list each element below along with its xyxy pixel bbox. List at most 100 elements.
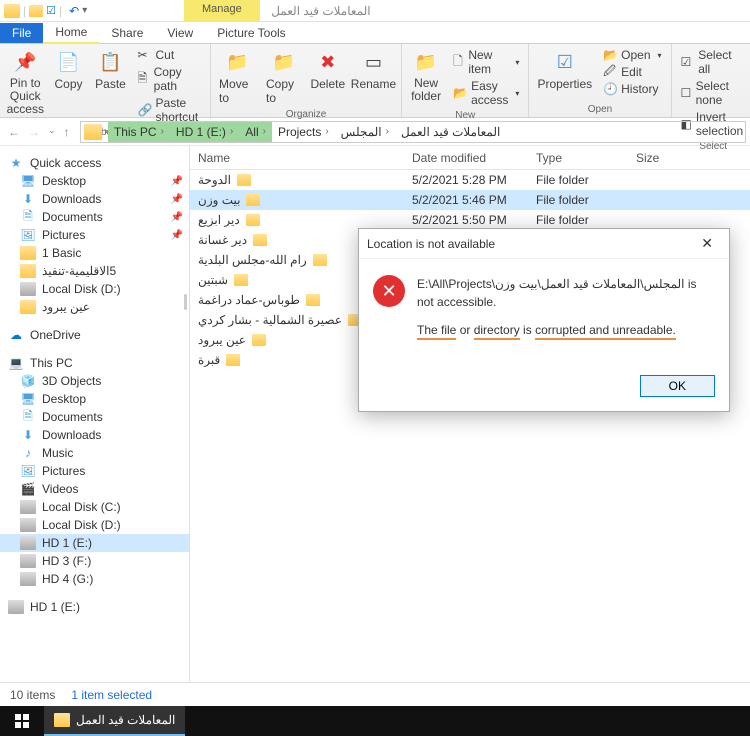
check-icon[interactable]: ☑ [46,4,56,17]
sidebar-item-documents[interactable]: 🗎Documents📌 [0,208,189,226]
table-row[interactable]: بيت وزن5/2/2021 5:46 PMFile folder [190,190,750,210]
easy-access-button[interactable]: 📂Easy access▾ [450,78,522,108]
move-to-button[interactable]: 📁Move to [217,47,258,107]
folder-icon [306,294,320,306]
sidebar-item[interactable]: Local Disk (D:) [0,516,189,534]
delete-button[interactable]: ✖Delete [310,47,346,93]
sidebar-quick-access[interactable]: ★Quick access [0,154,189,172]
drive-icon [20,572,36,586]
drive-icon [20,536,36,550]
tab-home[interactable]: Home [43,22,99,44]
new-item-icon: 🗋 [453,55,464,69]
sidebar-item[interactable]: 🧊3D Objects [0,372,189,390]
close-button[interactable]: ✕ [693,231,721,256]
status-selection: 1 item selected [71,688,152,702]
folder-icon[interactable] [29,5,43,17]
drive-icon [20,282,36,296]
breadcrumb-item[interactable]: المعاملات قيد العمل [395,122,506,142]
sidebar-item[interactable]: HD 3 (F:) [0,552,189,570]
recent-button[interactable]: ⌄ [48,125,56,139]
dialog-header[interactable]: Location is not available ✕ [359,229,729,259]
column-header-size[interactable]: Size [628,147,750,169]
sidebar-item[interactable]: 5الاقليمية-تنفيذ [0,262,189,280]
new-item-button[interactable]: 🗋New item▾ [450,47,522,77]
file-name: بيت وزن [198,193,240,207]
undo-icon[interactable]: ↶ [69,4,79,18]
forward-button[interactable]: → [28,125,40,139]
pc-icon: 💻 [8,356,24,370]
divider: | [23,4,26,18]
file-name: دير ابزيع [198,213,240,227]
breadcrumb[interactable]: › This PC› HD 1 (E:)› All› Projects› الم… [80,121,746,143]
history-icon: 🕘 [603,82,617,96]
sidebar-item[interactable]: ⬇Downloads [0,426,189,444]
sidebar-item-hd1[interactable]: HD 1 (E:) [0,534,189,552]
sidebar-item[interactable]: 🎬Videos [0,480,189,498]
breadcrumb-item[interactable]: المجلس› [335,122,395,142]
sidebar-item[interactable]: 🖥Desktop [0,390,189,408]
delete-icon: ✖ [315,49,341,75]
folder-icon [226,354,240,366]
sidebar-item[interactable]: HD 4 (G:) [0,570,189,588]
file-type: File folder [528,191,628,209]
tab-view[interactable]: View [155,23,205,43]
breadcrumb-item[interactable]: All› [239,122,272,142]
dropdown-icon[interactable]: ▾ [82,5,87,16]
table-row[interactable]: الدوحة5/2/2021 5:28 PMFile folder [190,170,750,190]
up-button[interactable]: ↑ [64,125,70,139]
breadcrumb-item[interactable]: This PC› [108,122,170,142]
copy-path-button[interactable]: 🗎Copy path [135,64,205,94]
rename-button[interactable]: ▭Rename [352,47,395,93]
copy-button[interactable]: 📄Copy [51,47,87,93]
sidebar-item[interactable]: 🗎Documents [0,408,189,426]
ok-button[interactable]: OK [640,375,715,397]
sidebar-item[interactable]: HD 1 (E:) [0,598,189,616]
column-header-date[interactable]: Date modified [404,147,528,169]
sidebar-item[interactable]: 🖼Pictures [0,462,189,480]
downloads-icon: ⬇ [20,428,36,442]
qat: | ☑ | ↶ ▾ [0,4,91,18]
start-button[interactable] [0,706,44,736]
divider: | [59,4,62,18]
pin-icon: 📌 [171,194,183,205]
tab-file[interactable]: File [0,23,43,43]
copy-to-button[interactable]: 📁Copy to [264,47,304,107]
select-none-button[interactable]: ☐Select none [678,78,749,108]
sidebar-item-pictures[interactable]: 🖼Pictures📌 [0,226,189,244]
column-header-type[interactable]: Type [528,147,628,169]
tab-share[interactable]: Share [99,23,155,43]
select-all-button[interactable]: ☑Select all [678,47,749,77]
ribbon-group-new: 📁New folder 🗋New item▾ 📂Easy access▾ New [402,44,529,117]
chevron-right-icon: › [325,126,328,137]
sidebar-item[interactable]: ♪Music [0,444,189,462]
manage-tab[interactable]: Manage [184,0,260,22]
sidebar-item[interactable]: Local Disk (D:) [0,280,189,298]
taskbar-task[interactable]: المعاملات قيد العمل [44,706,185,736]
history-button[interactable]: 🕘History [600,81,664,97]
tab-picture-tools[interactable]: Picture Tools [205,23,297,43]
sidebar-item[interactable]: 1 Basic [0,244,189,262]
file-name: شبتين [198,273,228,287]
cut-button[interactable]: ✂Cut [135,47,205,63]
sidebar-item-downloads[interactable]: ⬇Downloads📌 [0,190,189,208]
onedrive-icon: ☁ [8,328,24,342]
pin-button[interactable]: 📌Pin to Quick access [6,47,45,119]
sidebar-onedrive[interactable]: ☁OneDrive [0,326,189,344]
sidebar-item[interactable]: Local Disk (C:) [0,498,189,516]
table-row[interactable]: دير ابزيع5/2/2021 5:50 PMFile folder [190,210,750,230]
edit-button[interactable]: 🖉Edit [600,64,664,80]
back-button[interactable]: ← [8,125,20,139]
breadcrumb-item[interactable]: Projects› [272,122,335,142]
status-count: 10 items [10,688,55,702]
file-date: 5/2/2021 5:50 PM [404,211,528,229]
chevron-right-icon: › [386,126,389,137]
properties-button[interactable]: ☑Properties [535,47,594,93]
new-folder-button[interactable]: 📁New folder [408,47,444,105]
sidebar-item[interactable]: عين يبرود [0,298,189,316]
paste-button[interactable]: 📋Paste [93,47,129,93]
column-header-name[interactable]: Name [190,147,404,169]
dialog-footer: OK [359,365,729,411]
breadcrumb-item[interactable]: HD 1 (E:)› [170,122,239,142]
sidebar-item-desktop[interactable]: 🖥Desktop📌 [0,172,189,190]
sidebar-this-pc[interactable]: 💻This PC [0,354,189,372]
